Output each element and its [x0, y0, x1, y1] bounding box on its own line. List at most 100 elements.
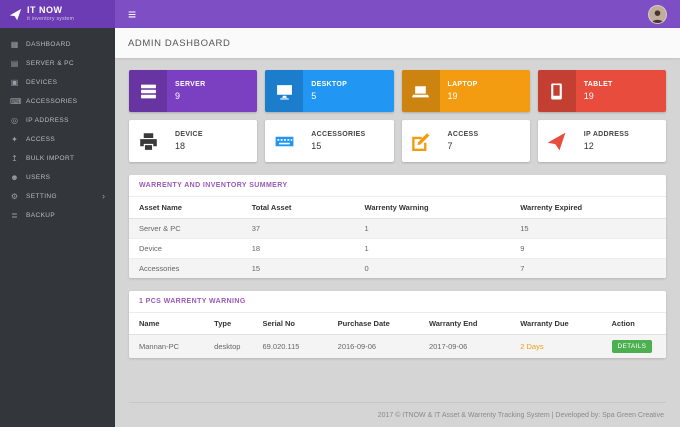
- cell-warrenty-expired: 15: [520, 224, 529, 233]
- stat-card-title: DESKTOP: [311, 81, 348, 89]
- chevron-right-icon: [102, 192, 105, 201]
- col-total-asset: Total Asset: [241, 197, 355, 219]
- summary-table: Asset Name Total Asset Warrenty Warning …: [129, 197, 666, 278]
- stat-card-access[interactable]: ACCESS 7: [401, 120, 530, 162]
- col-asset-name: Asset Name: [129, 197, 242, 219]
- cell-name: Mannan-PC: [139, 342, 180, 351]
- warning-table: Name Type Serial No Purchase Date Warran…: [129, 313, 666, 358]
- col-warranty-due: Warranty Due: [510, 313, 602, 335]
- sidebar-item-server-pc[interactable]: ▤ SERVER & PC: [0, 54, 115, 73]
- sidebar-item-label: ACCESSORIES: [26, 98, 78, 105]
- cell-warrenty-warning: 1: [364, 224, 369, 233]
- sidebar-item-label: BACKUP: [26, 212, 56, 219]
- sidebar-item-bulk-import[interactable]: ↥ BULK IMPORT: [0, 149, 115, 168]
- stat-card-value: 19: [583, 90, 594, 101]
- stat-card-body: SERVER 9: [167, 70, 205, 112]
- stat-card-ip-address[interactable]: IP ADDRESS 12: [537, 120, 666, 162]
- printer-icon: [129, 120, 167, 162]
- cell-purchase-date: 2016-09-06: [337, 342, 377, 351]
- stat-card-value: 9: [175, 90, 181, 101]
- stat-card-server[interactable]: SERVER 9: [129, 70, 258, 112]
- stat-card-body: TABLET 19: [576, 70, 613, 112]
- content: SERVER 9 DESKTOP 5 LAPTOP 19 TABLET 19 D…: [115, 58, 680, 427]
- sidebar-item-devices[interactable]: ▣ DEVICES: [0, 73, 115, 92]
- stat-card-body: LAPTOP 19: [440, 70, 478, 112]
- app-logo[interactable]: IT NOW it inventory system: [0, 0, 115, 28]
- tablet-icon: [537, 70, 576, 112]
- stat-card-value: 15: [311, 140, 322, 151]
- main-area: ADMIN DASHBOARD SERVER 9 DESKTOP 5 LAPTO…: [115, 28, 680, 427]
- cell-total-asset: 37: [251, 224, 261, 233]
- sidebar-item-backup[interactable]: ≣ BACKUP: [0, 206, 115, 225]
- server-icon: [129, 70, 167, 112]
- cell-asset-name: Device: [139, 244, 162, 253]
- stat-card-title: ACCESS: [447, 131, 479, 139]
- paper-plane-logo-icon: [9, 8, 22, 20]
- stat-card-tablet[interactable]: TABLET 19: [537, 70, 666, 112]
- stat-card-accessories[interactable]: ACCESSORIES 15: [265, 120, 394, 162]
- stat-card-value: 18: [175, 140, 186, 151]
- printer-icon: ▣: [10, 77, 19, 87]
- stat-card-body: DESKTOP 5: [303, 70, 347, 112]
- col-purchase-date: Purchase Date: [327, 313, 419, 335]
- sidebar-item-setting[interactable]: ⚙ SETTING: [0, 187, 115, 206]
- stat-card-value: 12: [583, 140, 594, 151]
- sidebar-item-users[interactable]: ☻ USERS: [0, 168, 115, 187]
- sidebar-item-label: DEVICES: [26, 79, 58, 86]
- col-warranty-end: Warranty End: [418, 313, 511, 335]
- col-warrenty-expired: Warrenty Expired: [510, 197, 666, 219]
- sidebar-item-label: ACCESS: [26, 136, 56, 143]
- cell-total-asset: 18: [251, 244, 261, 253]
- topbar: IT NOW it inventory system: [0, 0, 680, 28]
- cell-total-asset: 15: [251, 264, 261, 273]
- table-header-row: Asset Name Total Asset Warrenty Warning …: [129, 197, 666, 219]
- upload-icon: ↥: [11, 153, 18, 163]
- summary-panel: WARRENTY AND INVENTORY SUMMERY Asset Nam…: [129, 175, 666, 278]
- stat-card-body: IP ADDRESS 12: [576, 120, 629, 162]
- user-icon: ☻: [10, 172, 19, 182]
- table-row: Mannan-PC desktop 69.020.115 2016-09-06 …: [129, 334, 666, 358]
- menu-toggle-icon[interactable]: [115, 7, 149, 21]
- stat-card-laptop[interactable]: LAPTOP 19: [401, 70, 530, 112]
- dashboard-icon: ▦: [10, 39, 19, 49]
- col-name: Name: [129, 313, 205, 335]
- stat-card-body: DEVICE 18: [167, 120, 203, 162]
- stat-card-value: 7: [447, 140, 453, 151]
- stat-card-device[interactable]: DEVICE 18: [129, 120, 258, 162]
- sidebar-item-accessories[interactable]: ⌨ ACCESSORIES: [0, 92, 115, 111]
- logo-text: IT NOW it inventory system: [27, 6, 74, 22]
- stat-card-title: IP ADDRESS: [583, 131, 630, 139]
- summary-panel-title: WARRENTY AND INVENTORY SUMMERY: [129, 175, 666, 197]
- sidebar-item-access[interactable]: ✦ ACCESS: [0, 130, 115, 149]
- col-warrenty-warning: Warrenty Warning: [354, 197, 511, 219]
- warranty-due-value: 2 Days: [520, 342, 544, 351]
- sidebar: ▦ DASHBOARD ▤ SERVER & PC ▣ DEVICES ⌨ AC…: [0, 28, 115, 427]
- cell-type: desktop: [214, 342, 241, 351]
- person-icon: [651, 9, 664, 23]
- sidebar-item-label: SETTING: [26, 193, 57, 200]
- stat-card-title: LAPTOP: [447, 81, 478, 89]
- gear-icon: ⚙: [10, 191, 19, 201]
- details-button[interactable]: DETAILS: [611, 340, 653, 353]
- stat-card-body: ACCESS 7: [440, 120, 479, 162]
- cell-warrenty-warning: 1: [364, 244, 369, 253]
- cell-warrenty-expired: 7: [520, 264, 525, 273]
- sidebar-item-ip-address[interactable]: ◎ IP ADDRESS: [0, 111, 115, 130]
- desktop-icon: ▤: [10, 58, 19, 68]
- sidebar-item-label: IP ADDRESS: [26, 117, 69, 124]
- table-row: Server & PC 37 1 15: [129, 218, 666, 239]
- logo-subtitle: it inventory system: [27, 15, 75, 22]
- cell-asset-name: Accessories: [139, 264, 180, 273]
- warning-panel: 1 PCS WARRENTY WARNING Name Type Serial …: [129, 291, 666, 358]
- edit-icon: [402, 120, 440, 162]
- user-avatar[interactable]: [648, 4, 667, 24]
- sidebar-item-dashboard[interactable]: ▦ DASHBOARD: [0, 35, 115, 54]
- table-header-row: Name Type Serial No Purchase Date Warran…: [129, 313, 666, 335]
- database-icon: ≣: [11, 210, 18, 220]
- sidebar-item-label: USERS: [26, 174, 51, 181]
- laptop-icon: [401, 70, 440, 112]
- table-row: Accessories 15 0 7: [129, 258, 666, 278]
- stat-card-desktop[interactable]: DESKTOP 5: [265, 70, 394, 112]
- cell-warrenty-warning: 0: [364, 264, 369, 273]
- sidebar-item-label: DASHBOARD: [26, 41, 71, 48]
